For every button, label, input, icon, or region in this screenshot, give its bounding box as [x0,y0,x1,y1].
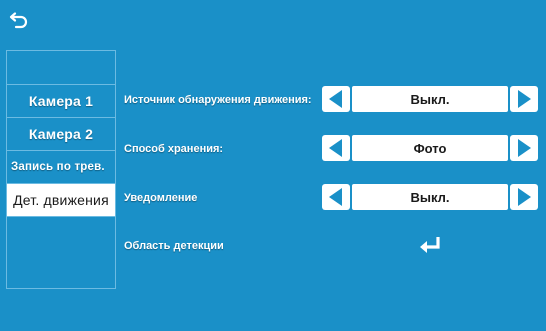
storage-method-prev-button[interactable] [322,135,350,161]
enter-return-icon [420,237,440,253]
storage-method-value: Фото [352,135,508,161]
motion-source-prev-button[interactable] [322,86,350,112]
notification-prev-button[interactable] [322,184,350,210]
motion-source-selector: Выкл. [322,86,538,112]
triangle-right-icon [518,90,531,108]
detection-area-enter-button[interactable] [418,234,444,256]
triangle-right-icon [518,188,531,206]
storage-method-next-button[interactable] [510,135,538,161]
sidebar-item-empty-bottom [7,216,115,287]
sidebar-item-label: Запись по трев. [11,161,105,173]
sidebar-item-motion-detection[interactable]: Дет. движения [7,183,115,216]
sidebar-item-label: Дет. движения [13,192,109,208]
detection-area-label: Область детекции [124,240,224,252]
sidebar-item-camera-2[interactable]: Камера 2 [7,117,115,150]
back-arrow-icon [9,12,28,29]
notification-label: Уведомление [124,192,198,204]
sidebar-item-camera-1[interactable]: Камера 1 [7,84,115,117]
sidebar-item-label: Камера 1 [28,93,94,109]
motion-source-value: Выкл. [352,86,508,112]
sidebar-item-empty-top [7,51,115,83]
sidebar-item-label: Камера 2 [28,126,94,142]
settings-screen: Камера 1 Камера 2 Запись по трев. Дет. д… [0,0,546,331]
triangle-left-icon [329,139,342,157]
storage-method-label: Способ хранения: [124,143,224,155]
triangle-left-icon [329,90,342,108]
notification-next-button[interactable] [510,184,538,210]
motion-source-next-button[interactable] [510,86,538,112]
storage-method-selector: Фото [322,135,538,161]
notification-selector: Выкл. [322,184,538,210]
triangle-right-icon [518,139,531,157]
sidebar-item-alarm-recording[interactable]: Запись по трев. [7,150,115,183]
back-button[interactable] [6,10,30,34]
triangle-left-icon [329,188,342,206]
notification-value: Выкл. [352,184,508,210]
motion-source-label: Источник обнаружения движения: [124,94,312,106]
sidebar: Камера 1 Камера 2 Запись по трев. Дет. д… [6,50,116,289]
